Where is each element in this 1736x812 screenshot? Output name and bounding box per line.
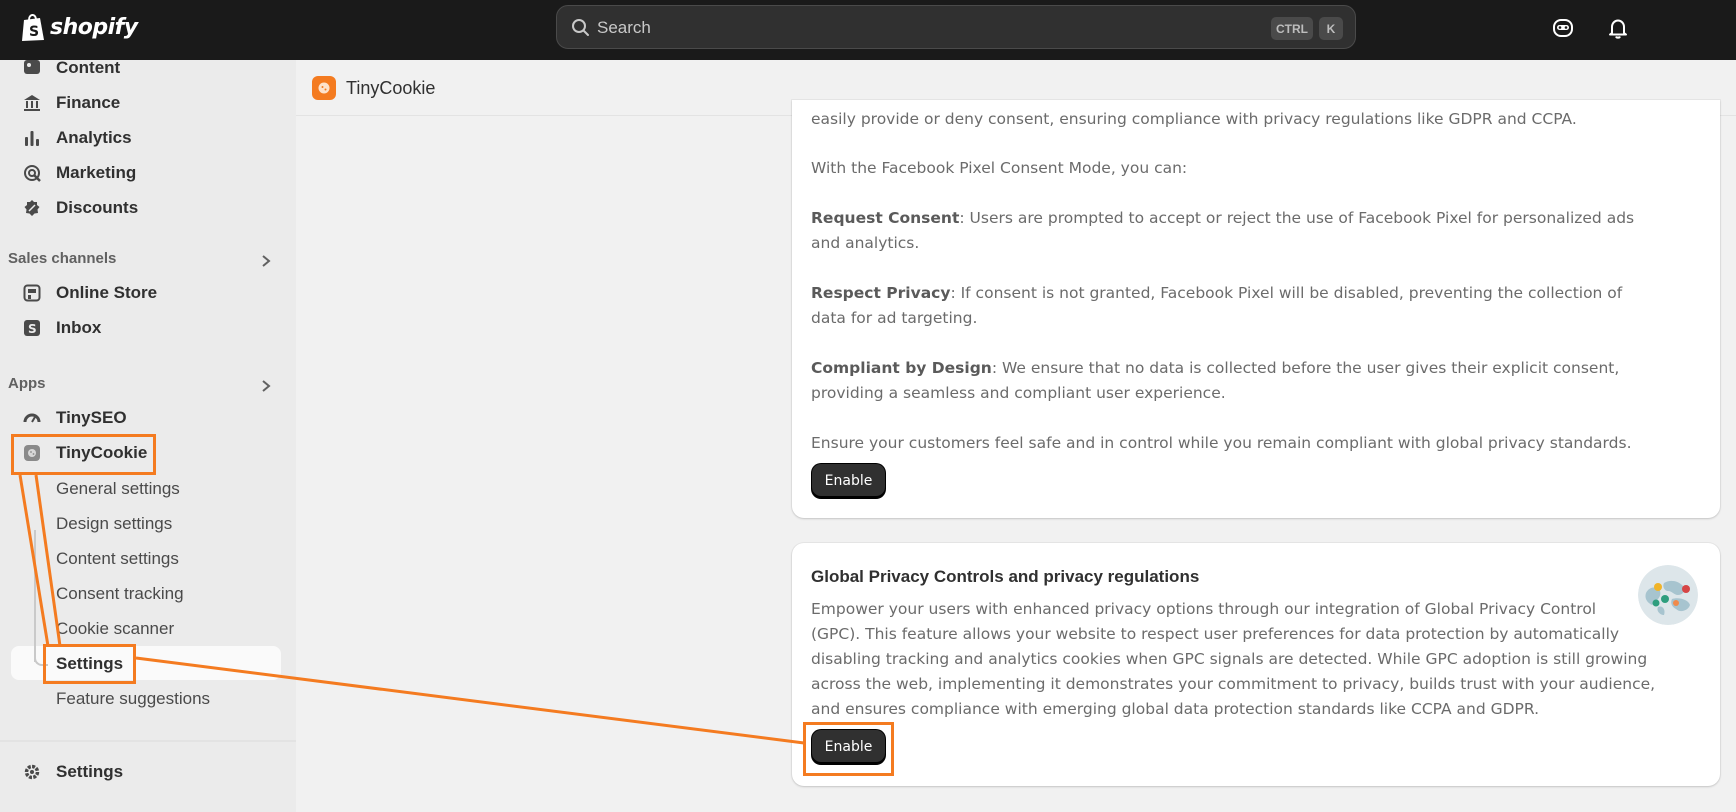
point-text: : Users are prompted to accept or reject… (959, 209, 1635, 227)
store-icon (22, 283, 42, 303)
gpc-line-1: Empower your users with enhanced privacy… (811, 600, 1597, 618)
svg-text:S: S (29, 24, 39, 40)
subnav-feature-suggestions[interactable]: Feature suggestions (56, 689, 210, 709)
bar-chart-icon (22, 128, 42, 148)
gpc-line-3: disabling tracking and analytics cookies… (811, 650, 1648, 668)
card-lead-text: With the Facebook Pixel Consent Mode, yo… (811, 159, 1188, 177)
gpc-line-4: across the web, implementing it demonstr… (811, 675, 1656, 693)
cookie-icon (22, 443, 42, 463)
point-text-cont: providing a seamless and compliant user … (811, 384, 1226, 402)
apps-heading[interactable]: Apps (8, 375, 46, 392)
sidebar-item-label: Content (56, 58, 121, 77)
subnav-design-settings[interactable]: Design settings (56, 514, 172, 534)
sidebar-item-label: Online Store (56, 283, 158, 302)
discount-icon (22, 198, 42, 218)
subnav-general-settings[interactable]: General settings (56, 479, 180, 499)
gpc-line-5: and ensures compliance with emerging glo… (811, 700, 1540, 718)
app-title: TinyCookie (346, 78, 436, 98)
point-text-cont: and analytics. (811, 234, 920, 252)
sidekick-icon[interactable] (1549, 14, 1577, 42)
sidebar-item-inbox[interactable]: S Inbox (22, 314, 101, 342)
content-icon (22, 58, 42, 78)
enable-facebook-pixel-button[interactable]: Enable (812, 464, 885, 498)
subnav-consent-tracking[interactable]: Consent tracking (56, 584, 184, 604)
sidebar-item-tinyseo[interactable]: TinySEO (22, 404, 127, 432)
active-item-background (11, 646, 281, 680)
sidebar-item-label: Marketing (56, 163, 137, 182)
point-compliant-by-design: Compliant by Design: We ensure that no d… (811, 356, 1619, 406)
subnav-settings[interactable]: Settings (56, 654, 123, 674)
brand-name: shopify (50, 14, 138, 40)
sidebar-item-analytics[interactable]: Analytics (22, 124, 132, 152)
top-bar: S shopify Search CTRL K (0, 0, 1736, 60)
gear-icon (22, 762, 42, 782)
sidebar-item-finance[interactable]: Finance (22, 89, 120, 117)
chevron-right-icon[interactable] (260, 379, 272, 393)
facebook-pixel-card: easily provide or deny consent, ensuring… (792, 100, 1720, 518)
sidebar-item-label: Inbox (56, 318, 102, 337)
sidebar-item-label: Analytics (56, 128, 132, 147)
shortcut-k-key: K (1319, 17, 1343, 40)
gpc-line-2: (GPC). This feature allows your website … (811, 625, 1620, 643)
sidebar-item-online-store[interactable]: Online Store (22, 279, 157, 307)
point-title: Compliant by Design (811, 359, 992, 377)
inbox-icon: S (22, 318, 42, 338)
gpc-card-title: Global Privacy Controls and privacy regu… (811, 567, 1200, 586)
tree-curve (34, 652, 48, 666)
enable-gpc-button[interactable]: Enable (812, 730, 885, 764)
shortcut-ctrl-key: CTRL (1271, 17, 1313, 40)
world-map-globe-icon (1638, 565, 1698, 625)
target-icon (22, 163, 42, 183)
sidebar-item-marketing[interactable]: Marketing (22, 159, 136, 187)
sidebar-divider (0, 740, 296, 742)
sidebar-item-discounts[interactable]: Discounts (22, 194, 138, 222)
sales-channels-heading[interactable]: Sales channels (8, 250, 116, 267)
point-title: Respect Privacy (811, 284, 951, 302)
point-text-cont: data for ad targeting. (811, 309, 978, 327)
point-request-consent: Request Consent: Users are prompted to a… (811, 206, 1634, 256)
bank-icon (22, 93, 42, 113)
shopify-bag-icon: S (22, 14, 44, 41)
point-text: : If consent is not granted, Facebook Pi… (950, 284, 1623, 302)
gauge-icon (22, 408, 42, 428)
card-closing-text: Ensure your customers feel safe and in c… (811, 434, 1632, 452)
svg-text:S: S (28, 322, 37, 336)
sidebar-item-label: Finance (56, 93, 121, 112)
sidebar-item-label: TinyCookie (56, 443, 148, 462)
sidebar-item-content[interactable]: Content (22, 54, 120, 82)
tree-line (34, 530, 36, 662)
sidebar-item-tinycookie[interactable]: TinyCookie (22, 439, 147, 467)
sidebar-item-label: Settings (56, 762, 124, 781)
sidebar-item-label: Discounts (56, 198, 139, 217)
chevron-right-icon[interactable] (260, 254, 272, 268)
point-title: Request Consent (811, 209, 960, 227)
search-bar[interactable]: Search CTRL K (556, 5, 1356, 49)
gpc-card: Global Privacy Controls and privacy regu… (792, 543, 1720, 786)
sidebar: Content Finance Analytics Marketing Disc… (0, 58, 296, 812)
bell-icon[interactable] (1604, 14, 1632, 42)
sidebar-item-label: TinySEO (56, 408, 127, 427)
subnav-content-settings[interactable]: Content settings (56, 549, 179, 569)
sidebar-item-settings[interactable]: Settings (22, 758, 123, 786)
shopify-logo[interactable]: S shopify (20, 12, 138, 42)
point-text: : We ensure that no data is collected be… (991, 359, 1620, 377)
tinycookie-logo-icon (312, 76, 336, 100)
subnav-cookie-scanner[interactable]: Cookie scanner (56, 619, 174, 639)
search-placeholder: Search (597, 18, 651, 37)
search-icon (572, 19, 589, 36)
point-respect-privacy: Respect Privacy: If consent is not grant… (811, 281, 1622, 331)
card-intro-text: easily provide or deny consent, ensuring… (811, 110, 1577, 128)
